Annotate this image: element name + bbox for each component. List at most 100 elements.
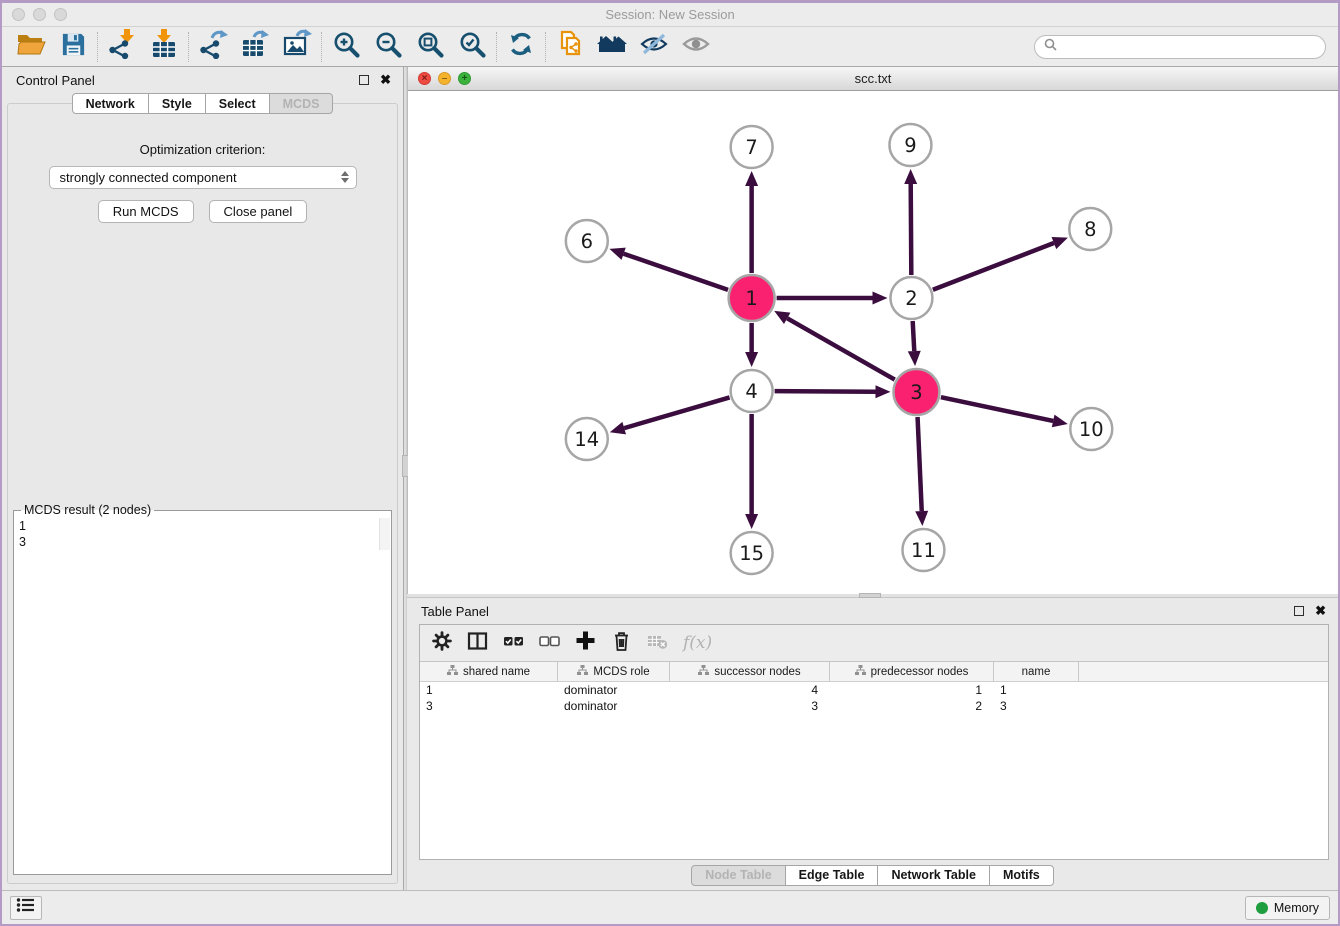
float-panel-icon[interactable]	[359, 75, 369, 85]
tab-style[interactable]: Style	[149, 93, 206, 114]
export-table-button[interactable]	[234, 30, 276, 64]
save-session-button[interactable]	[52, 30, 94, 64]
toolbar-separator	[545, 32, 546, 62]
graph-edge-3-10[interactable]	[941, 397, 1053, 421]
column-visibility-button[interactable]	[467, 631, 488, 656]
memory-button[interactable]: Memory	[1245, 896, 1330, 920]
graph-edge-3-11[interactable]	[918, 417, 922, 511]
floppy-disk-icon	[60, 31, 87, 63]
graph-node-label: 14	[574, 428, 599, 451]
close-panel-button[interactable]: Close panel	[209, 200, 308, 223]
table-cell: 3	[994, 698, 1079, 714]
gear-icon	[432, 631, 452, 656]
tab-edge-table[interactable]: Edge Table	[786, 865, 879, 886]
graph-edge-4-3[interactable]	[775, 391, 876, 392]
graph-edge-2-3[interactable]	[913, 321, 915, 351]
search-field[interactable]	[1034, 35, 1326, 59]
hide-selected-button[interactable]	[633, 30, 675, 64]
zoom-fit-button[interactable]	[409, 30, 451, 64]
graph-edge-arrowhead	[609, 248, 625, 260]
delete-table-button[interactable]	[647, 632, 668, 655]
toolbar-separator	[321, 32, 322, 62]
column-header-shared-name[interactable]: shared name	[420, 662, 558, 681]
clone-network-button[interactable]	[549, 30, 591, 64]
network-close-button[interactable]: ×	[418, 72, 431, 85]
graph-node-label: 10	[1079, 418, 1104, 441]
graph-edge-arrowhead	[904, 169, 917, 184]
result-scrollbar[interactable]	[379, 518, 390, 550]
select-stepper-icon	[341, 171, 349, 183]
graph-edge-2-9[interactable]	[911, 184, 912, 275]
mcds-result-text[interactable]: 1 3	[19, 518, 378, 550]
deselect-all-button[interactable]	[539, 632, 560, 655]
network-maximize-button[interactable]: +	[458, 72, 471, 85]
column-header-successor-nodes[interactable]: successor nodes	[670, 662, 830, 681]
criterion-select[interactable]: strongly connected component	[49, 166, 357, 189]
network-title: scc.txt	[408, 71, 1338, 86]
column-header-predecessor-nodes[interactable]: predecessor nodes	[830, 662, 994, 681]
graph-edge-4-14[interactable]	[624, 397, 729, 428]
reset-view-button[interactable]	[591, 30, 633, 64]
table-splitter-handle[interactable]	[859, 593, 881, 598]
table-cell: 3	[420, 698, 558, 714]
tab-motifs[interactable]: Motifs	[990, 865, 1054, 886]
window-controls	[12, 8, 67, 21]
delete-columns-button[interactable]	[611, 630, 632, 657]
table-splitter[interactable]	[407, 594, 1338, 598]
import-network-button[interactable]	[101, 30, 143, 64]
task-history-button[interactable]	[10, 896, 42, 920]
zoom-out-button[interactable]	[367, 30, 409, 64]
select-all-button[interactable]	[503, 632, 524, 655]
export-table-icon	[240, 29, 270, 64]
float-panel-icon[interactable]	[1294, 606, 1304, 616]
zoom-selected-button[interactable]	[451, 30, 493, 64]
graph-node-label: 4	[745, 380, 757, 403]
panel-splitter[interactable]	[403, 67, 407, 890]
network-canvas[interactable]: 1234678910111415	[408, 91, 1338, 594]
search-input[interactable]	[1062, 39, 1316, 54]
graph-edge-3-1[interactable]	[787, 318, 895, 379]
show-all-button[interactable]	[675, 30, 717, 64]
function-builder-button[interactable]: f(x)	[683, 633, 712, 653]
home-icon	[596, 31, 628, 62]
table-cell: 1	[830, 682, 994, 698]
table-cell: 2	[830, 698, 994, 714]
graph-node-label: 8	[1084, 218, 1096, 241]
graph-edge-arrowhead	[908, 351, 921, 366]
column-header-name[interactable]: name	[994, 662, 1079, 681]
tab-select[interactable]: Select	[206, 93, 270, 114]
close-panel-icon[interactable]: ✖	[1315, 606, 1326, 616]
graph-edge-arrowhead	[1052, 237, 1068, 249]
table-cell: 3	[670, 698, 830, 714]
create-column-button[interactable]	[575, 630, 596, 656]
graph-edge-arrowhead	[745, 514, 758, 529]
tab-network-table[interactable]: Network Table	[878, 865, 990, 886]
run-mcds-button[interactable]: Run MCDS	[98, 200, 194, 223]
list-icon	[16, 897, 36, 918]
export-image-button[interactable]	[276, 30, 318, 64]
graph-node-label: 6	[581, 230, 593, 253]
close-window-button[interactable]	[12, 8, 25, 21]
tab-node-table[interactable]: Node Table	[691, 865, 785, 886]
table-row[interactable]: 3dominator323	[420, 698, 1328, 714]
zoom-in-button[interactable]	[325, 30, 367, 64]
open-session-button[interactable]	[10, 30, 52, 64]
control-panel-title: Control Panel	[16, 73, 95, 88]
search-icon	[1044, 38, 1057, 56]
export-network-button[interactable]	[192, 30, 234, 64]
table-row[interactable]: 1dominator411	[420, 682, 1328, 698]
network-minimize-button[interactable]: –	[438, 72, 451, 85]
graph-edge-2-8[interactable]	[933, 243, 1054, 290]
column-header-MCDS-role[interactable]: MCDS role	[558, 662, 670, 681]
zoom-window-button[interactable]	[54, 8, 67, 21]
network-graph[interactable]: 1234678910111415	[408, 91, 1338, 594]
minimize-window-button[interactable]	[33, 8, 46, 21]
graph-edge-1-6[interactable]	[624, 254, 728, 290]
zoom-in-icon	[332, 30, 360, 63]
tab-mcds[interactable]: MCDS	[270, 93, 334, 114]
apply-layout-button[interactable]	[500, 30, 542, 64]
import-table-button[interactable]	[143, 30, 185, 64]
close-panel-icon[interactable]: ✖	[380, 75, 391, 85]
tab-network[interactable]: Network	[72, 93, 149, 114]
table-settings-button[interactable]	[432, 631, 452, 656]
